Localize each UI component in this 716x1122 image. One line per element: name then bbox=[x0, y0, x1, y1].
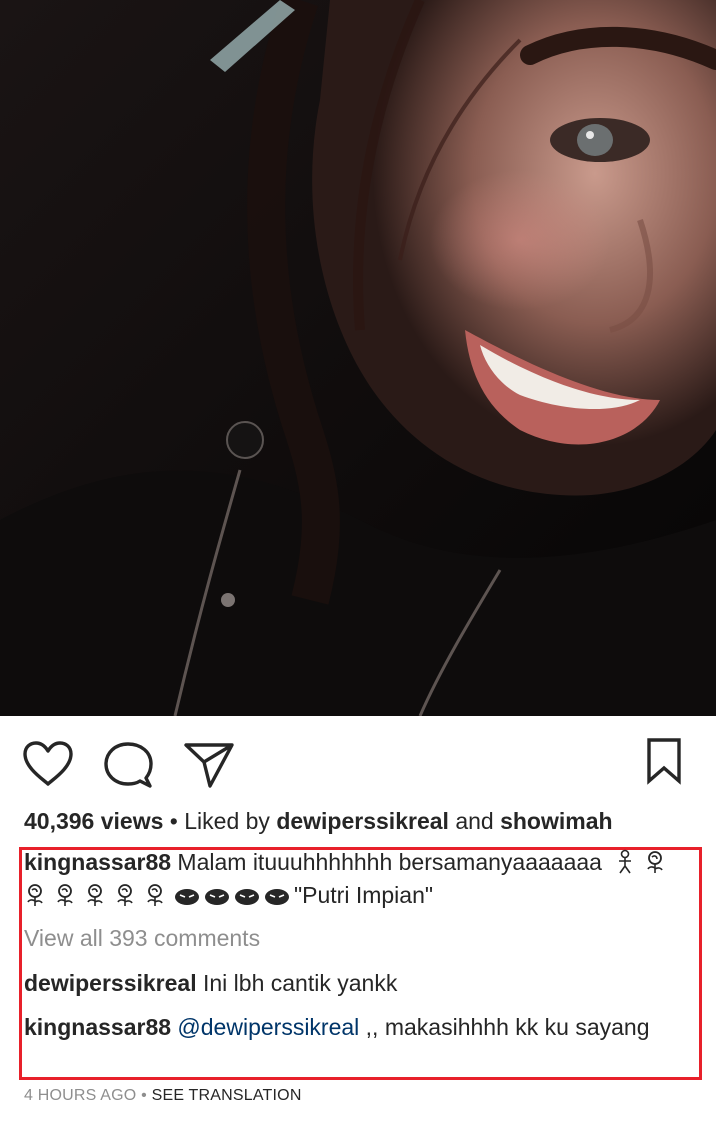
rose-emoji-icon bbox=[144, 883, 166, 907]
bookmark-icon[interactable] bbox=[642, 736, 686, 786]
post-action-bar bbox=[0, 716, 716, 812]
caption-username[interactable]: kingnassar88 bbox=[24, 849, 171, 875]
face-emoji-icon bbox=[264, 882, 290, 905]
face-emoji-icon bbox=[234, 882, 260, 905]
rose-emoji-icon bbox=[644, 850, 666, 874]
rose-emoji-icon bbox=[114, 883, 136, 907]
separator-dot: • bbox=[169, 808, 178, 834]
liked-by-user-1[interactable]: dewiperssikreal bbox=[276, 808, 449, 834]
caption-text-1: Malam ituuuhhhhhhh bersamanyaaaaaaa bbox=[177, 849, 602, 875]
post-photo[interactable] bbox=[0, 0, 716, 716]
caption-and-comments: kingnassar88 Malam ituuuhhhhhhh bersaman… bbox=[24, 846, 696, 1044]
caption-text-2: "Putri Impian" bbox=[294, 881, 434, 908]
views-liked-line: 40,396 views • Liked by dewiperssikreal … bbox=[24, 805, 704, 837]
liked-by-and: and bbox=[455, 808, 494, 834]
post-caption: kingnassar88 Malam ituuuhhhhhhh bersaman… bbox=[24, 846, 696, 911]
post-photo-image bbox=[0, 0, 716, 716]
post-footer: 4 HOURS AGO • SEE TRANSLATION bbox=[24, 1086, 302, 1106]
comment-text: Ini lbh cantik yankk bbox=[203, 969, 398, 996]
comment-username[interactable]: dewiperssikreal bbox=[24, 970, 197, 996]
instagram-post-page: 40,396 views • Liked by dewiperssikreal … bbox=[0, 0, 716, 1122]
face-emoji-icon bbox=[204, 882, 230, 905]
heart-icon[interactable] bbox=[22, 740, 74, 788]
post-timestamp: 4 HOURS AGO bbox=[24, 1087, 137, 1104]
comment-row: kingnassar88 @dewiperssikreal ,, makasih… bbox=[24, 1011, 696, 1044]
rose-emoji-icon bbox=[54, 883, 76, 907]
comment-mention-link[interactable]: @dewiperssikreal bbox=[177, 1014, 359, 1040]
face-emoji-icon bbox=[174, 882, 200, 905]
liked-by-label: Liked by bbox=[184, 808, 270, 834]
person-emoji-icon bbox=[614, 849, 636, 875]
post-meta: 40,396 views • Liked by dewiperssikreal … bbox=[24, 805, 704, 837]
liked-by-user-2[interactable]: showimah bbox=[500, 808, 612, 834]
rose-emoji-icon bbox=[84, 883, 106, 907]
comment-text: ,, makasihhhh kk ku sayang bbox=[365, 1014, 650, 1040]
view-all-comments-link[interactable]: View all 393 comments bbox=[24, 922, 260, 955]
comment-username[interactable]: kingnassar88 bbox=[24, 1014, 171, 1040]
views-count[interactable]: 40,396 views bbox=[24, 808, 163, 834]
rose-emoji-icon bbox=[24, 883, 46, 907]
paper-plane-icon[interactable] bbox=[182, 740, 236, 790]
see-translation-link[interactable]: SEE TRANSLATION bbox=[152, 1087, 302, 1104]
comment-row: dewiperssikreal Ini lbh cantik yankk bbox=[24, 967, 696, 1000]
comment-bubble-icon[interactable] bbox=[102, 740, 154, 790]
footer-separator: • bbox=[141, 1087, 147, 1104]
